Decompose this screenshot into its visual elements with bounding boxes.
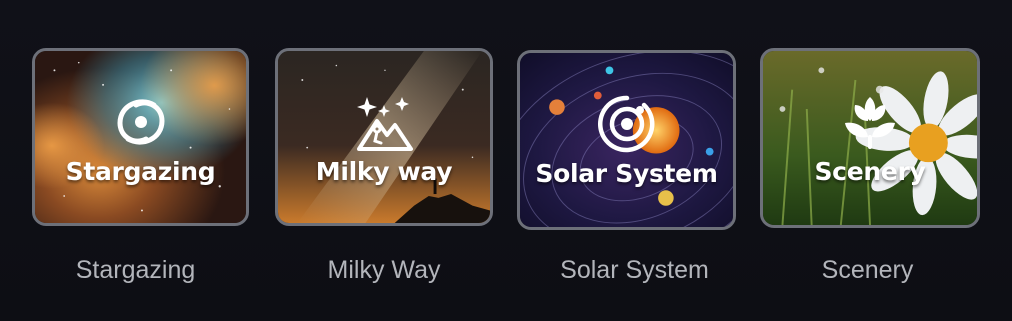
scenery-badge: Scenery (763, 91, 977, 186)
stargazing-tile-title: Stargazing (65, 157, 216, 186)
flower-icon (839, 91, 901, 153)
galaxy-icon (110, 91, 172, 153)
stargazing-badge: Stargazing (35, 91, 246, 186)
milky-way-badge: Milky way (278, 91, 490, 186)
scene-tile-solar-system[interactable]: Solar System (517, 50, 736, 230)
scene-tile-stargazing[interactable]: Stargazing (32, 48, 249, 226)
caption-solar-system[interactable]: Solar System (517, 256, 752, 285)
caption-milky-way[interactable]: Milky Way (275, 256, 493, 285)
milky-way-tile-title: Milky way (315, 157, 453, 186)
caption-stargazing[interactable]: Stargazing (32, 256, 239, 285)
orbit-icon (596, 93, 658, 155)
scene-tile-milky-way[interactable]: Milky way (275, 48, 493, 226)
scene-selector: Stargazing Milky way Solar System Scener… (0, 0, 1012, 321)
scenery-tile-title: Scenery (814, 157, 926, 186)
caption-scenery[interactable]: Scenery (760, 256, 975, 285)
scene-tile-scenery[interactable]: Scenery (760, 48, 980, 228)
stars-mountain-icon (353, 91, 415, 153)
solar-system-tile-title: Solar System (535, 159, 718, 188)
solar-system-badge: Solar System (520, 93, 733, 188)
